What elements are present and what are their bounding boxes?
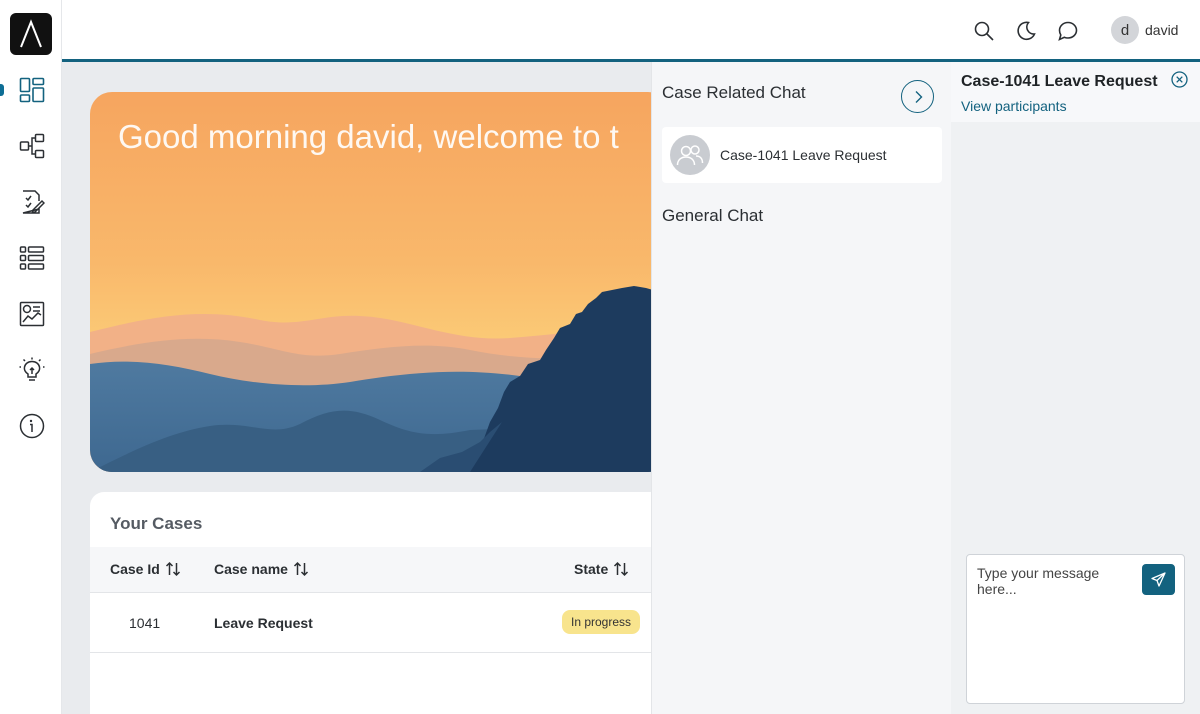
group-avatar (670, 135, 710, 175)
conversation-title: Case-1041 Leave Request (961, 73, 1158, 90)
collapse-panel-button[interactable] (901, 80, 934, 113)
case-related-chat-heading: Case Related Chat (662, 83, 806, 102)
logo-glyph-icon (20, 19, 42, 48)
nav-item-ideas[interactable] (14, 352, 50, 388)
chevron-right-icon (915, 90, 922, 103)
chat-icon (1058, 21, 1078, 41)
user-menu[interactable]: d david (1111, 16, 1178, 44)
dark-mode-icon (1017, 21, 1036, 41)
group-users-icon (676, 145, 704, 166)
hero-banner: Good morning david, welcome to t (90, 92, 670, 472)
cases-card: Your Cases Case Id Case name State 1041 … (90, 492, 670, 714)
sort-icon (614, 561, 629, 577)
column-header-case-name[interactable]: Case name (214, 561, 309, 577)
top-bar: d david (62, 0, 1200, 62)
message-composer (966, 554, 1185, 704)
general-chat-heading: General Chat (662, 206, 764, 225)
nav-item-info[interactable] (14, 408, 50, 444)
column-label: Case name (214, 561, 288, 577)
dashboard-icon (19, 77, 45, 103)
close-conversation-button[interactable] (1170, 70, 1188, 88)
message-input[interactable] (967, 555, 1139, 703)
task-form-icon (22, 190, 45, 214)
nav-item-lists[interactable] (14, 240, 50, 276)
chat-list-panel: Case Related Chat Case-1041 Leave Reques… (651, 62, 951, 714)
close-icon (1170, 70, 1188, 88)
greeting-text: Good morning david, welcome to t (118, 118, 619, 155)
nav-item-processes[interactable] (14, 128, 50, 164)
sort-icon (293, 561, 308, 577)
conversation-panel: Case-1041 Leave Request View participant… (951, 62, 1200, 714)
app-logo[interactable] (10, 13, 52, 55)
chat-toggle-button[interactable] (1056, 19, 1080, 43)
nav-item-tasks[interactable] (14, 184, 50, 220)
list-icon (19, 246, 45, 270)
lightbulb-icon (19, 357, 45, 381)
nav-item-reports[interactable] (14, 296, 50, 332)
cases-table-header: Case Id Case name State (90, 547, 670, 593)
search-button[interactable] (972, 19, 996, 43)
dark-mode-toggle[interactable] (1014, 19, 1038, 43)
nav-item-dashboard[interactable] (14, 72, 50, 108)
search-icon (974, 21, 994, 41)
column-label: State (574, 561, 609, 577)
process-flow-icon (19, 133, 45, 159)
chat-list-item[interactable]: Case-1041 Leave Request (662, 127, 942, 183)
case-id-cell: 1041 (129, 615, 161, 631)
info-icon (19, 413, 45, 439)
chat-list-item-label: Case-1041 Leave Request (720, 147, 887, 163)
active-indicator (0, 84, 4, 96)
column-header-state[interactable]: State (574, 561, 629, 577)
column-header-case-id[interactable]: Case Id (110, 561, 181, 577)
send-button[interactable] (1142, 564, 1175, 595)
side-nav (0, 0, 62, 714)
status-badge: In progress (562, 610, 641, 634)
sort-icon (165, 561, 180, 577)
table-row[interactable]: 1041 Leave Request In progress (90, 593, 670, 653)
analytics-report-icon (19, 301, 45, 327)
column-label: Case Id (110, 561, 160, 577)
send-icon (1151, 572, 1166, 587)
conversation-header: Case-1041 Leave Request View participant… (951, 62, 1200, 122)
avatar: d (1111, 16, 1139, 44)
case-name-cell: Leave Request (214, 615, 313, 631)
view-participants-link[interactable]: View participants (961, 98, 1067, 114)
user-name: david (1145, 22, 1179, 38)
cases-title: Your Cases (110, 514, 203, 533)
